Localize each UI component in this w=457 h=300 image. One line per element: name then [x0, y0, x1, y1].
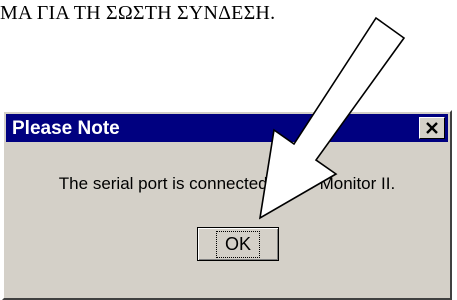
dialog-titlebar: Please Note [6, 114, 448, 142]
close-button[interactable] [419, 117, 445, 139]
ok-button[interactable]: OK [197, 227, 279, 261]
ok-button-label: OK [215, 230, 260, 258]
dialog-title: Please Note [12, 118, 120, 139]
dialog-message: The serial port is connected to the Moni… [58, 174, 396, 193]
document-heading-fragment: ΜΑ ΓΙΑ ΤΗ ΣΩΣΤΗ ΣΥΝΔΕΣΗ. [0, 2, 276, 24]
close-icon [426, 122, 438, 134]
please-note-dialog: Please Note The serial port is connected… [2, 110, 452, 300]
